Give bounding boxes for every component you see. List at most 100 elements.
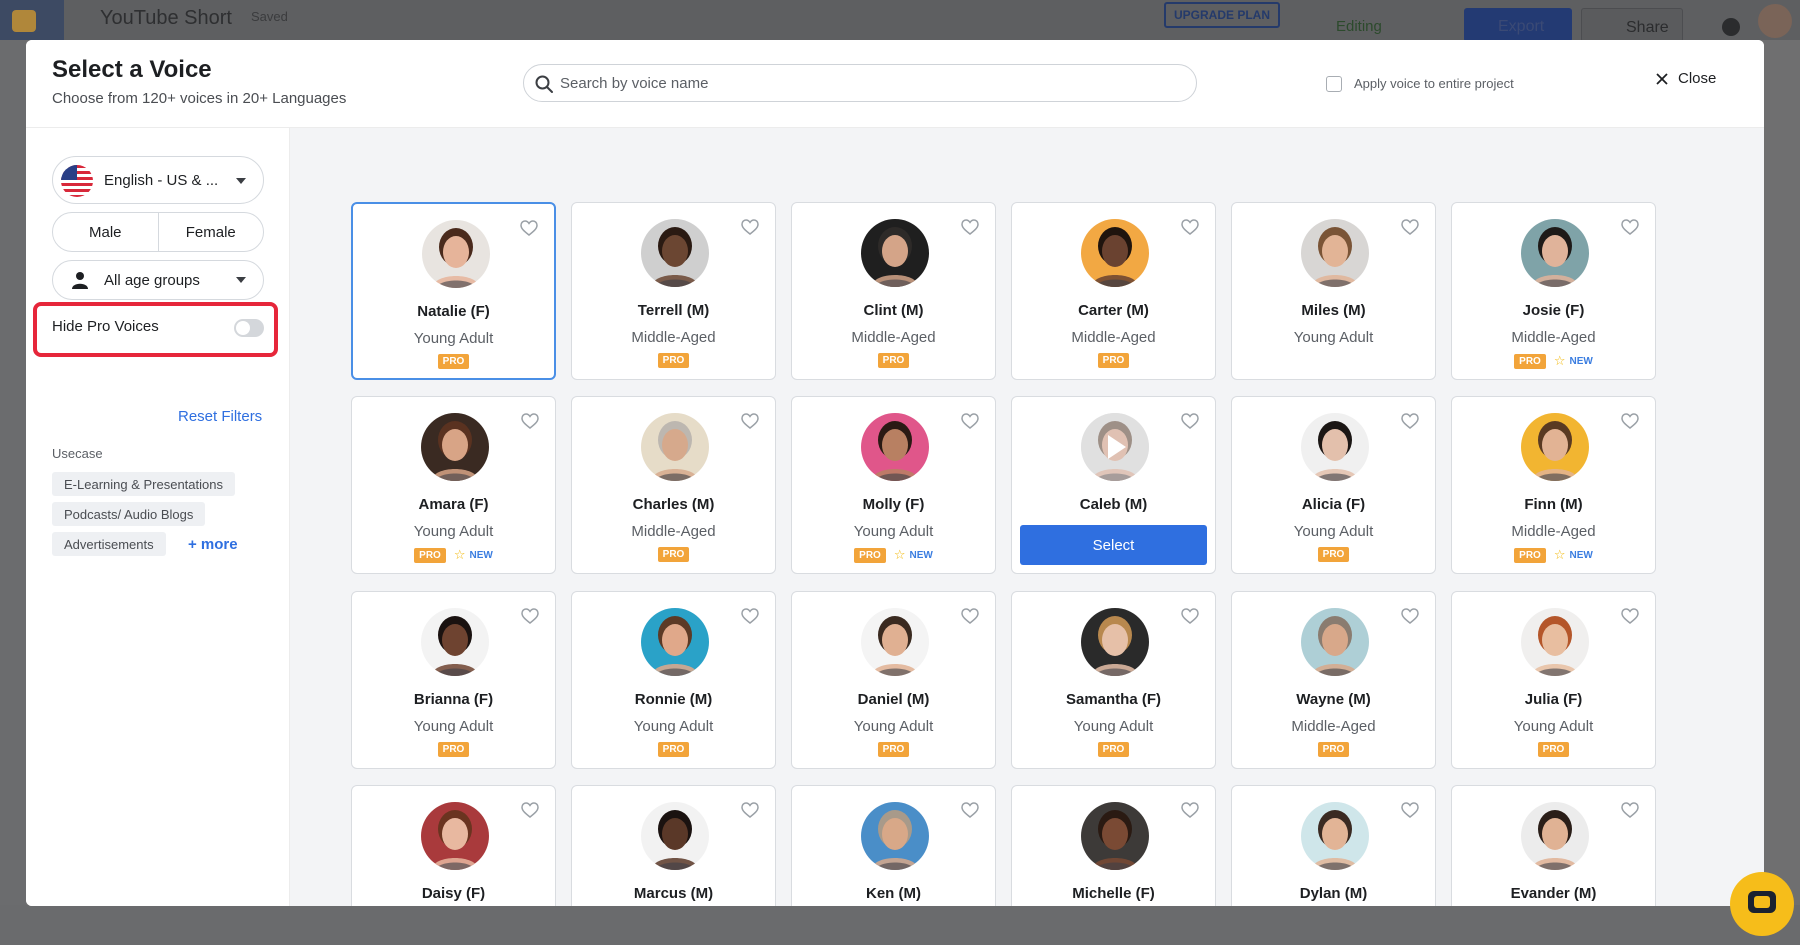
voice-card[interactable]: Caleb (M) Select (1011, 396, 1216, 574)
usecase-chip-podcasts[interactable]: Podcasts/ Audio Blogs (52, 502, 206, 526)
heart-icon[interactable] (1401, 413, 1419, 429)
voice-card[interactable]: Natalie (F) Young Adult PRO (351, 202, 556, 380)
voice-card[interactable]: Finn (M) Middle-Aged PRO ☆ NEW (1451, 396, 1656, 574)
select-voice-button[interactable]: Select (1020, 525, 1207, 565)
voice-age-group: Young Adult (853, 523, 934, 540)
voice-card[interactable]: Daisy (F)Young Adult (351, 785, 556, 906)
heart-icon[interactable] (521, 608, 539, 624)
voice-name: Charles (M) (632, 496, 715, 513)
voice-card[interactable]: Clint (M) Middle-Aged PRO (791, 202, 996, 380)
heart-icon[interactable] (520, 220, 538, 236)
heart-icon[interactable] (1181, 608, 1199, 624)
pro-badge: PRO (657, 353, 690, 368)
voice-card[interactable]: Molly (F) Young Adult PRO ☆ NEW (791, 396, 996, 574)
voice-card[interactable]: Brianna (F) Young Adult PRO (351, 591, 556, 769)
voice-avatar (1521, 608, 1589, 676)
saved-status: Saved (251, 9, 288, 24)
gender-male-button[interactable]: Male (53, 213, 158, 251)
voice-name: Caleb (M) (1079, 496, 1148, 513)
new-label: NEW (469, 549, 493, 561)
voice-card[interactable]: Josie (F) Middle-Aged PRO ☆ NEW (1451, 202, 1656, 380)
voice-card[interactable]: Samantha (F) Young Adult PRO (1011, 591, 1216, 769)
voice-card[interactable]: Terrell (M) Middle-Aged PRO (571, 202, 776, 380)
voice-avatar (641, 219, 709, 287)
voice-badges: PRO (1232, 742, 1435, 757)
usecase-chip-elearning[interactable]: E-Learning & Presentations (52, 472, 235, 496)
voice-badges: PRO (1012, 742, 1215, 757)
heart-icon[interactable] (961, 413, 979, 429)
voice-card[interactable]: Dylan (M)Middle-Aged (1231, 785, 1436, 906)
apply-to-project-checkbox[interactable] (1326, 76, 1342, 92)
heart-icon[interactable] (521, 413, 539, 429)
voice-badges: PRO ☆ NEW (1452, 547, 1655, 563)
pro-badge: PRO (657, 742, 690, 757)
voice-avatar (861, 413, 929, 481)
pro-badge: PRO (1097, 353, 1130, 368)
usecase-chip-advertisements[interactable]: Advertisements (52, 532, 166, 556)
voice-avatar (1081, 802, 1149, 870)
voice-card[interactable]: Carter (M) Middle-Aged PRO (1011, 202, 1216, 380)
voice-age-group: Young Adult (413, 523, 494, 540)
app-topbar: YouTube Short Saved UPGRADE PLAN Editing… (0, 0, 1800, 42)
pro-badge: PRO (1097, 742, 1130, 757)
select-voice-modal: Select a Voice Choose from 120+ voices i… (26, 40, 1764, 906)
gender-female-button[interactable]: Female (157, 213, 264, 251)
hide-pro-toggle[interactable] (234, 319, 264, 337)
heart-icon[interactable] (1621, 413, 1639, 429)
heart-icon[interactable] (521, 802, 539, 818)
hide-pro-label: Hide Pro Voices (52, 318, 159, 335)
pro-badge: PRO (437, 354, 470, 369)
reset-filters-link[interactable]: Reset Filters (178, 408, 262, 425)
search-input[interactable] (560, 65, 1180, 101)
heart-icon[interactable] (961, 802, 979, 818)
voice-card[interactable]: Marcus (M)Young Adult (571, 785, 776, 906)
heart-icon[interactable] (1621, 608, 1639, 624)
voice-card[interactable]: Ronnie (M) Young Adult PRO (571, 591, 776, 769)
heart-icon[interactable] (741, 608, 759, 624)
more-usecases-link[interactable]: + more (188, 536, 238, 553)
heart-icon[interactable] (1181, 802, 1199, 818)
voice-card[interactable]: Ken (M)Middle-Aged (791, 785, 996, 906)
voice-name: Evander (M) (1510, 885, 1597, 902)
voice-avatar (1521, 413, 1589, 481)
voice-card[interactable]: Alicia (F) Young Adult PRO (1231, 396, 1436, 574)
heart-icon[interactable] (741, 802, 759, 818)
voice-card[interactable]: Julia (F) Young Adult PRO (1451, 591, 1656, 769)
heart-icon[interactable] (1621, 802, 1639, 818)
voice-card[interactable]: Amara (F) Young Adult PRO ☆ NEW (351, 396, 556, 574)
voice-card[interactable]: Daniel (M) Young Adult PRO (791, 591, 996, 769)
heart-icon[interactable] (1621, 219, 1639, 235)
heart-icon[interactable] (1401, 802, 1419, 818)
voice-card[interactable]: Miles (M) Young Adult (1231, 202, 1436, 380)
voice-card[interactable]: Evander (M)Middle-Aged (1451, 785, 1656, 906)
voice-name: Wayne (M) (1296, 691, 1371, 708)
heart-icon[interactable] (741, 413, 759, 429)
heart-icon[interactable] (1181, 219, 1199, 235)
voice-card[interactable]: Wayne (M) Middle-Aged PRO (1231, 591, 1436, 769)
play-preview-overlay[interactable] (1081, 413, 1149, 481)
close-button[interactable]: Close (1656, 70, 1716, 87)
voice-card[interactable]: Michelle (F)Young Adult (1011, 785, 1216, 906)
heart-icon[interactable] (961, 219, 979, 235)
heart-icon[interactable] (1401, 219, 1419, 235)
pro-badge: PRO (1317, 547, 1350, 562)
age-group-select[interactable]: All age groups (52, 260, 264, 300)
voice-search[interactable] (523, 64, 1197, 102)
voice-badges: PRO ☆ NEW (1452, 353, 1655, 369)
heart-icon[interactable] (1181, 413, 1199, 429)
voice-badges: PRO ☆ NEW (352, 547, 555, 563)
heart-icon[interactable] (741, 219, 759, 235)
language-select[interactable]: English - US & ... (52, 156, 264, 204)
chat-support-button[interactable] (1730, 872, 1794, 936)
voice-card[interactable]: Charles (M) Middle-Aged PRO (571, 396, 776, 574)
heart-icon[interactable] (961, 608, 979, 624)
export-button: Export (1464, 8, 1572, 42)
upgrade-plan-button: UPGRADE PLAN (1164, 2, 1281, 28)
new-badge: ☆ NEW (1554, 353, 1593, 369)
voice-avatar (421, 802, 489, 870)
voice-age-group: Middle-Aged (631, 523, 716, 540)
editing-mode-dropdown: Editing (1336, 18, 1382, 35)
pro-badge: PRO (877, 353, 910, 368)
voice-avatar (1301, 413, 1369, 481)
heart-icon[interactable] (1401, 608, 1419, 624)
